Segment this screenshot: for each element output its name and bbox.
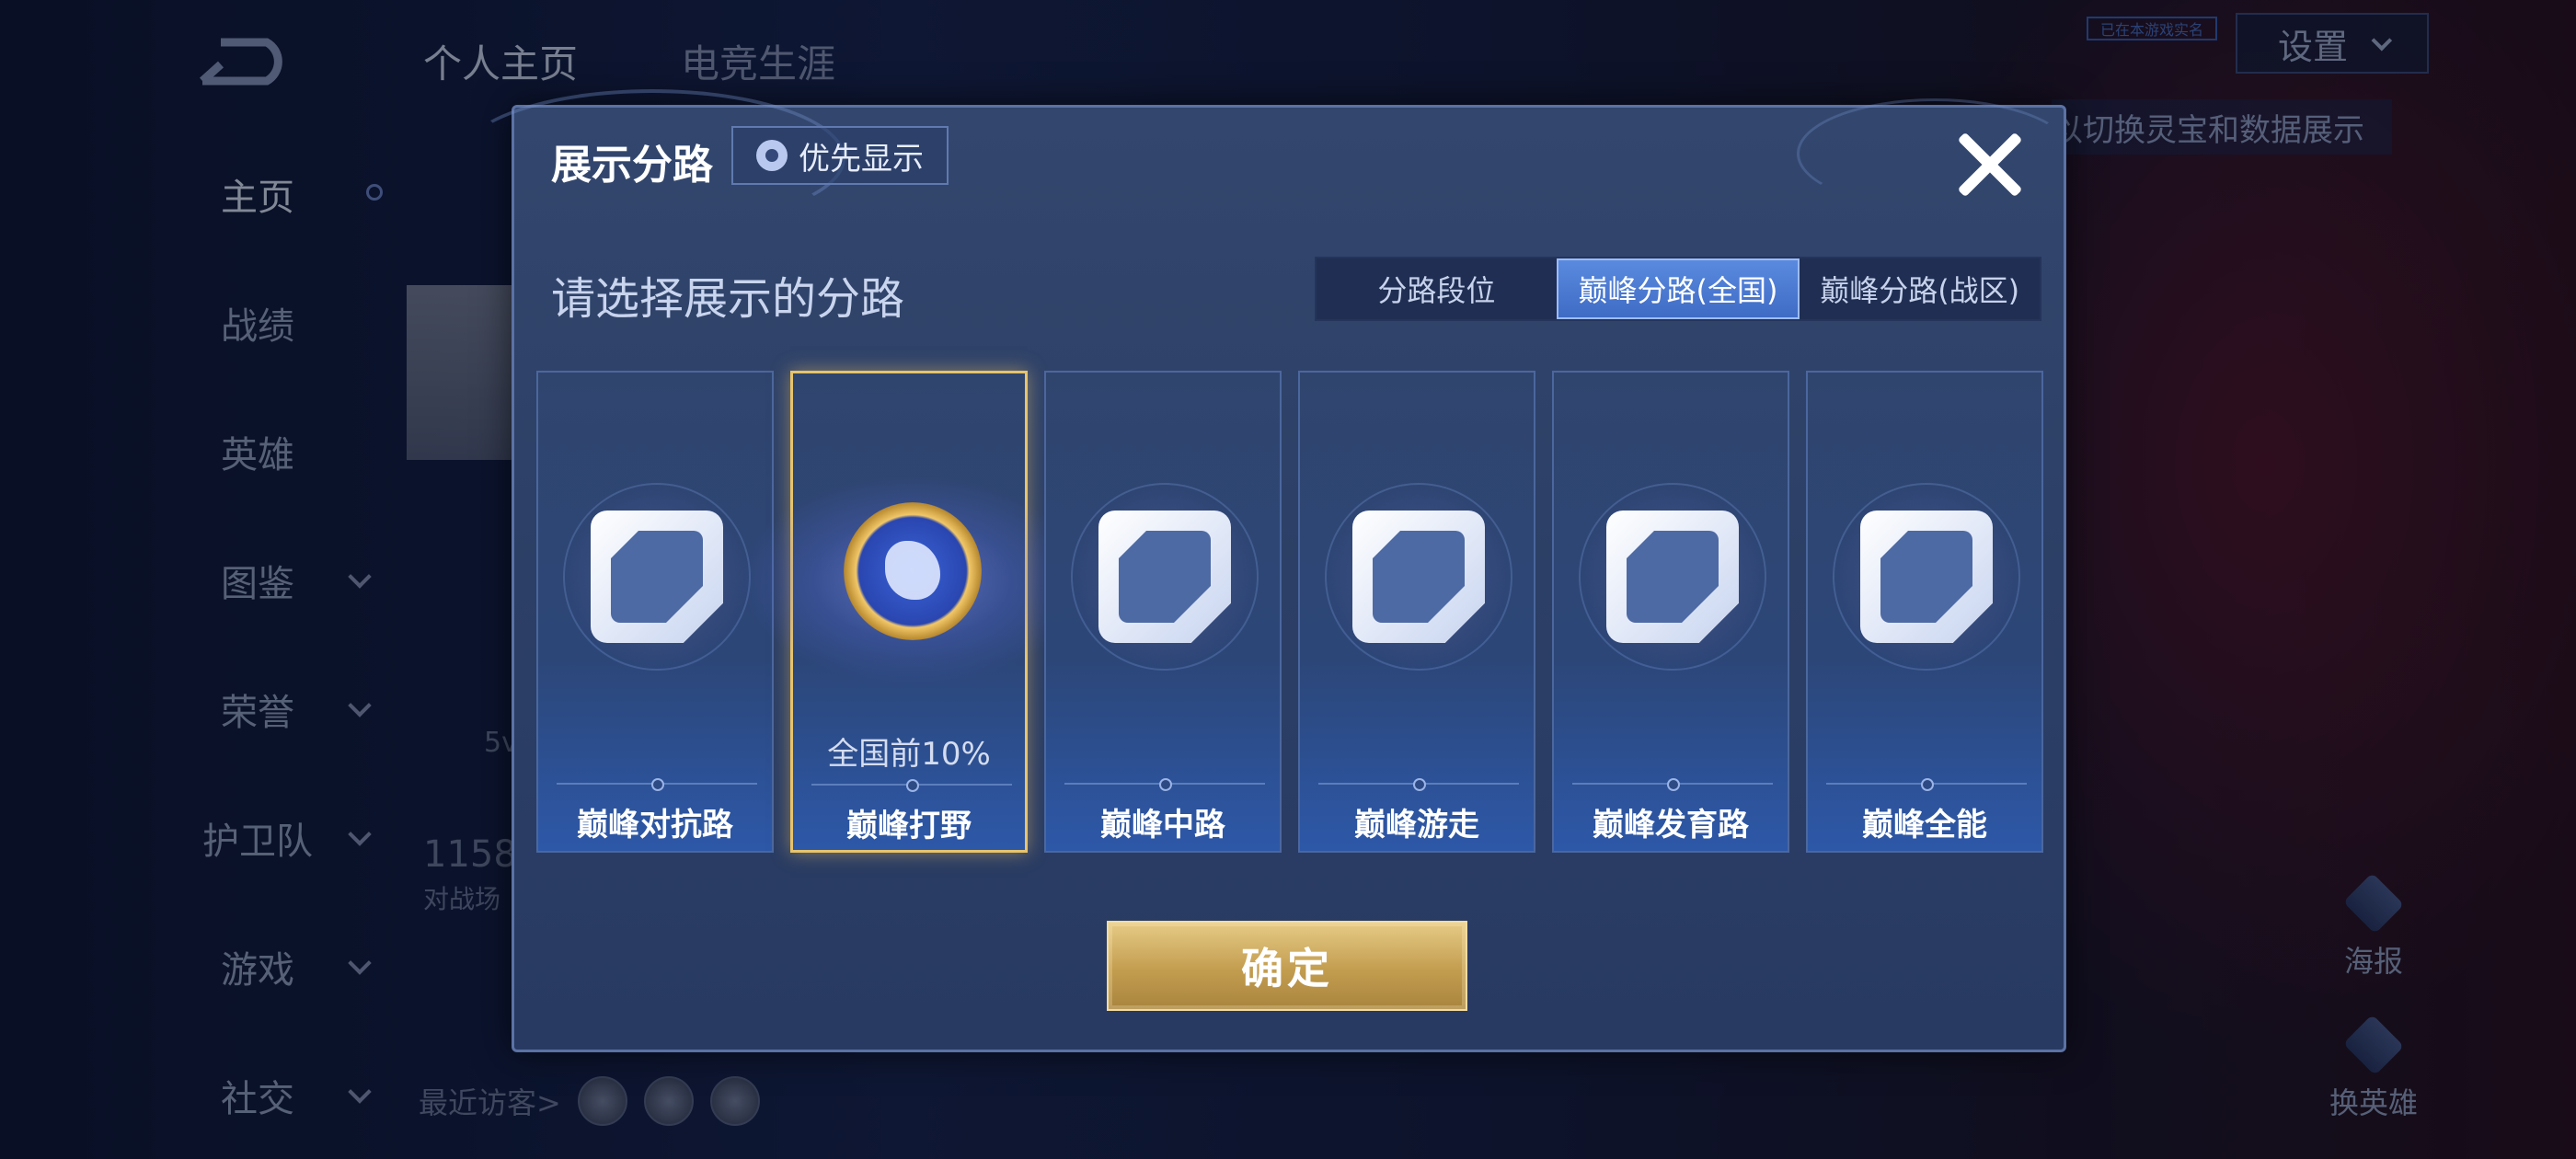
lane-display-dialog: 展示分路 优先显示 请选择展示的分路 分路段位 巅峰分路(全国) 巅峰分路(战区… xyxy=(459,89,2073,1052)
tab-lane-rank[interactable]: 分路段位 xyxy=(1317,258,1557,319)
divider xyxy=(811,779,1012,792)
lane-card-roam[interactable]: 巅峰游走 xyxy=(1298,371,1535,853)
rank-text: 全国前10% xyxy=(827,736,991,773)
lane-label: 巅峰中路 xyxy=(1100,807,1225,843)
lane-card-all-round[interactable]: 巅峰全能 xyxy=(1806,371,2043,853)
close-button[interactable] xyxy=(1953,128,2027,201)
segment-control: 分路段位 巅峰分路(全国) 巅峰分路(战区) xyxy=(1315,257,2041,321)
divider xyxy=(1318,778,1519,791)
lane-card-farm[interactable]: 巅峰发育路 xyxy=(1552,371,1789,853)
divider xyxy=(1064,778,1265,791)
dialog-title: 展示分路 xyxy=(551,142,713,189)
lane-label: 巅峰游走 xyxy=(1354,807,1479,843)
jungle-medal-icon xyxy=(844,502,982,640)
lane-card-list: 巅峰对抗路 全国前10% 巅峰打野 巅峰中路 巅峰游走 巅峰发育路 巅峰全能 xyxy=(536,371,2045,853)
dragon-icon xyxy=(885,541,940,600)
divider xyxy=(1826,778,2027,791)
priority-display-button[interactable]: 优先显示 xyxy=(731,126,949,185)
all-round-icon xyxy=(1860,511,1993,643)
divider xyxy=(557,778,757,791)
tab-peak-lane-region[interactable]: 巅峰分路(战区) xyxy=(1800,258,2040,319)
lane-card-jungle[interactable]: 全国前10% 巅峰打野 xyxy=(738,371,1087,853)
decor-swirl xyxy=(1797,98,2073,209)
gear-icon xyxy=(756,140,788,171)
lane-label: 巅峰全能 xyxy=(1862,807,1987,843)
tab-peak-lane-national[interactable]: 巅峰分路(全国) xyxy=(1556,258,1800,319)
lane-label: 巅峰打野 xyxy=(846,808,972,844)
priority-label: 优先显示 xyxy=(799,140,924,178)
lane-label: 巅峰发育路 xyxy=(1593,807,1749,843)
lane-card-mid[interactable]: 巅峰中路 xyxy=(1044,371,1282,853)
divider xyxy=(1572,778,1773,791)
lane-label: 巅峰对抗路 xyxy=(577,807,733,843)
selection-prompt: 请选择展示的分路 xyxy=(551,273,905,325)
confirm-button[interactable]: 确定 xyxy=(1107,921,1467,1011)
